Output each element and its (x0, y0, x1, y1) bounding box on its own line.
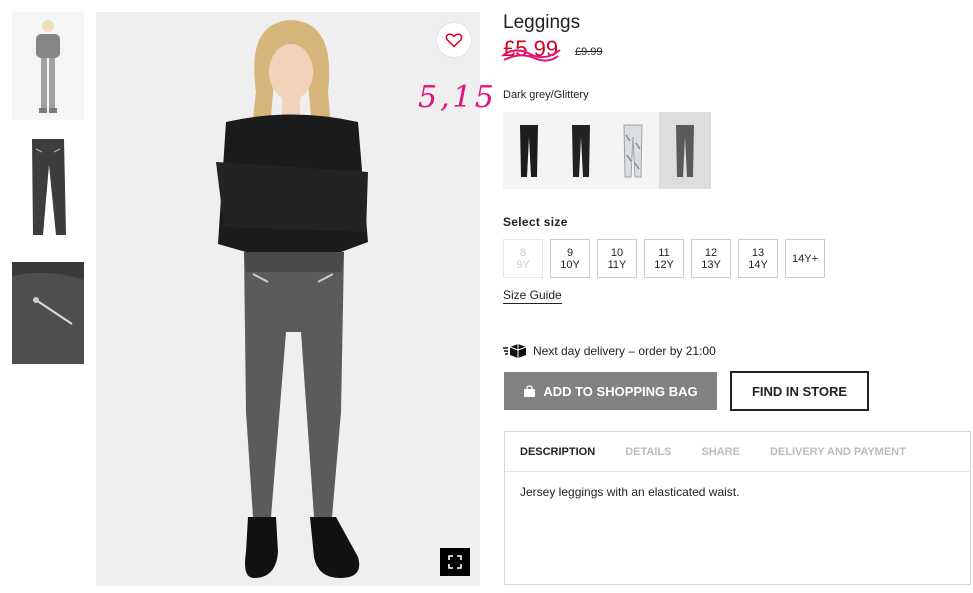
add-to-bag-button[interactable]: ADD TO SHOPPING BAG (504, 372, 717, 410)
expand-image-button[interactable] (440, 548, 470, 576)
selected-color-name: Dark grey/Glittery (503, 89, 589, 101)
leggings-swatch-image (520, 124, 538, 177)
select-size-label: Select size (503, 215, 568, 229)
heart-icon (445, 33, 463, 48)
thumbnail-model[interactable] (12, 12, 84, 120)
swatch-black-2[interactable] (555, 112, 607, 189)
leggings-swatch-image (572, 124, 590, 177)
truck-icon (503, 344, 527, 358)
size-option[interactable]: 14Y+ (785, 239, 825, 278)
color-swatches (503, 112, 711, 189)
original-price: £9.99 (575, 46, 603, 58)
size-guide-link[interactable]: Size Guide (503, 288, 562, 304)
fabric-detail-thumbnail (12, 262, 84, 364)
shopping-bag-icon (524, 384, 536, 397)
size-options: 8 9Y 9 10Y 10 11Y 11 12Y 12 13Y 13 14Y 14Y+ (503, 239, 825, 278)
product-title: Leggings (503, 12, 581, 33)
size-option: 8 9Y (503, 239, 543, 278)
tab-details[interactable]: DETAILS (610, 446, 686, 458)
product-info-panel: DESCRIPTION DETAILS SHARE DELIVERY AND P… (504, 431, 971, 585)
leggings-flat-thumbnail (32, 139, 66, 235)
size-option[interactable]: 10 11Y (597, 239, 637, 278)
handwritten-price-note: 5,15 (418, 80, 497, 115)
swatch-light-pattern[interactable] (607, 112, 659, 189)
expand-icon (448, 555, 462, 569)
swatch-dark-grey-glittery[interactable] (659, 112, 711, 189)
delivery-text: Next day delivery – order by 21:00 (533, 344, 716, 358)
tab-description[interactable]: DESCRIPTION (505, 446, 610, 458)
delivery-info: Next day delivery – order by 21:00 (503, 344, 716, 358)
tab-share[interactable]: SHARE (686, 446, 755, 458)
thumbnail-product-flat[interactable] (12, 135, 84, 243)
leggings-swatch-image (676, 124, 694, 177)
favorite-button[interactable] (436, 22, 472, 58)
size-option[interactable]: 13 14Y (738, 239, 778, 278)
description-text: Jersey leggings with an elasticated wais… (520, 485, 740, 499)
size-option[interactable]: 12 13Y (691, 239, 731, 278)
swatch-black-1[interactable] (503, 112, 555, 189)
info-tabs: DESCRIPTION DETAILS SHARE DELIVERY AND P… (505, 432, 970, 472)
size-option[interactable]: 9 10Y (550, 239, 590, 278)
model-thumbnail-image (12, 12, 84, 120)
size-option[interactable]: 11 12Y (644, 239, 684, 278)
tab-delivery-and-payment[interactable]: DELIVERY AND PAYMENT (755, 446, 921, 458)
find-in-store-button[interactable]: FIND IN STORE (730, 371, 869, 411)
scribble-mark (501, 49, 561, 62)
thumbnail-detail[interactable] (12, 262, 84, 364)
leggings-swatch-image (623, 124, 643, 177)
